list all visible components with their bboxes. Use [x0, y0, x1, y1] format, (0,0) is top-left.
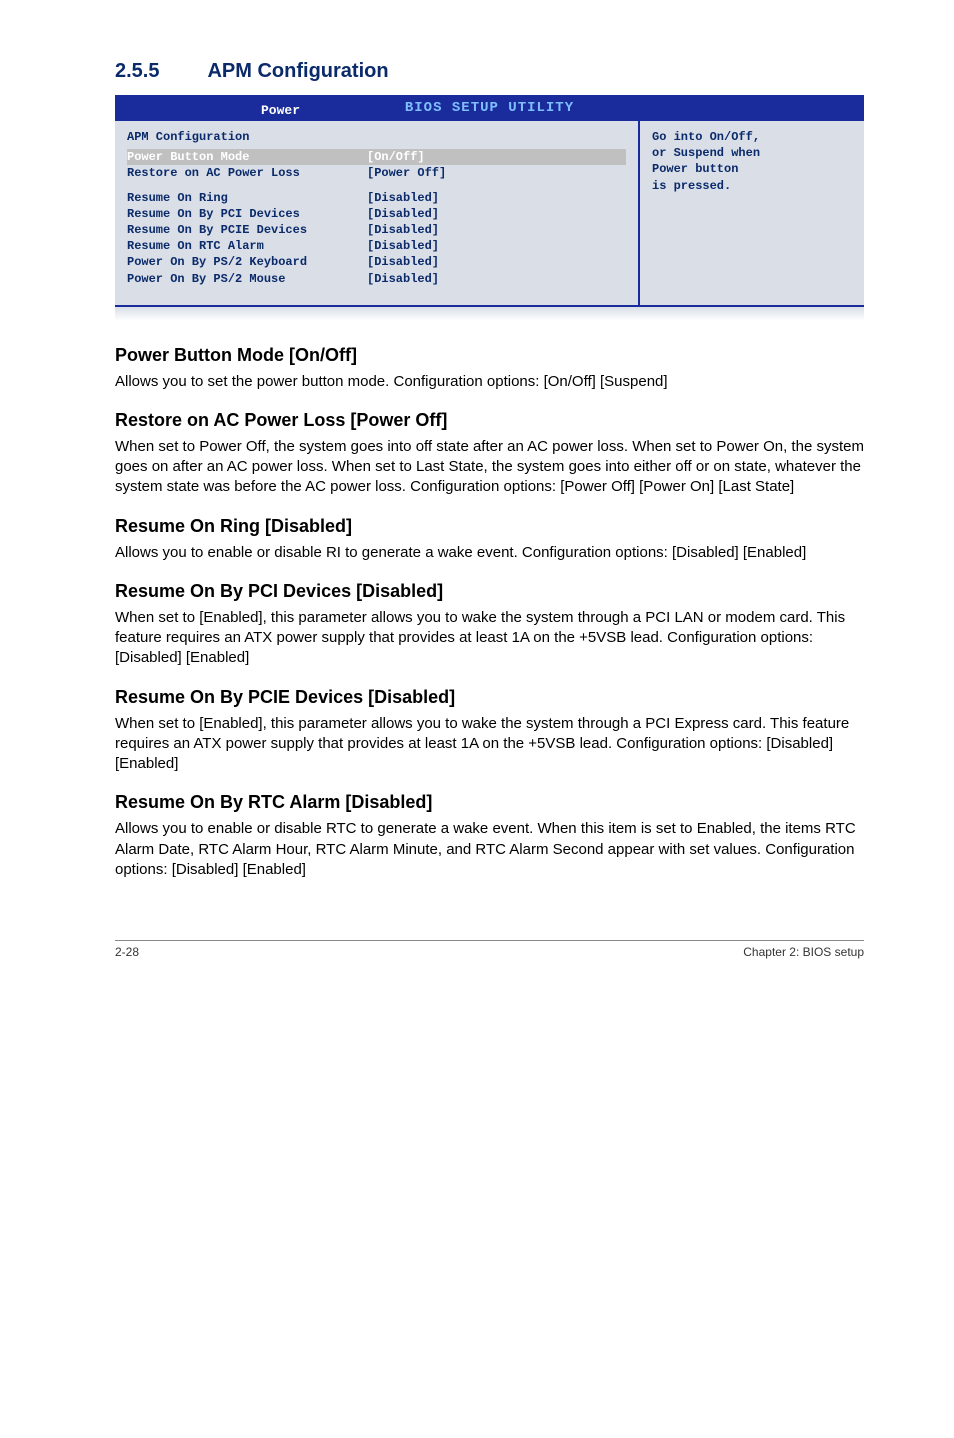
bios-setting-value: [Disabled] — [367, 222, 439, 238]
bios-header-title: BIOS SETUP UTILITY — [405, 100, 574, 116]
bios-setting-row: Resume On Ring[Disabled] — [127, 190, 626, 206]
bios-help-line: or Suspend when — [652, 145, 852, 161]
page-footer: 2-28 Chapter 2: BIOS setup — [115, 940, 864, 959]
subsection-heading: Power Button Mode [On/Off] — [115, 345, 864, 366]
bios-tab-power: Power — [255, 101, 306, 120]
bios-group-title: APM Configuration — [127, 129, 626, 145]
bios-setting-row: Power On By PS/2 Keyboard[Disabled] — [127, 254, 626, 270]
section-number: 2.5.5 — [115, 60, 159, 83]
bios-help-panel: Go into On/Off,or Suspend whenPower butt… — [638, 121, 864, 305]
subsection-heading: Resume On By PCIE Devices [Disabled] — [115, 687, 864, 708]
bios-setting-label: Resume On By PCI Devices — [127, 206, 367, 222]
bios-setting-label: Resume On By PCIE Devices — [127, 222, 367, 238]
bios-setting-row: Resume On By PCI Devices[Disabled] — [127, 206, 626, 222]
bios-setting-value: [Power Off] — [367, 165, 446, 181]
bios-setting-value: [Disabled] — [367, 254, 439, 270]
bios-setting-row: Restore on AC Power Loss[Power Off] — [127, 165, 626, 181]
subsection-heading: Restore on AC Power Loss [Power Off] — [115, 410, 864, 431]
footer-chapter: Chapter 2: BIOS setup — [743, 945, 864, 959]
subsection-body: When set to [Enabled], this parameter al… — [115, 714, 864, 775]
bios-left-panel: APM Configuration Power Button Mode[On/O… — [115, 121, 638, 305]
bios-setting-value: [Disabled] — [367, 271, 439, 287]
bios-setting-label: Restore on AC Power Loss — [127, 165, 367, 181]
bios-setting-label: Resume On Ring — [127, 190, 367, 206]
subsection-body: Allows you to enable or disable RI to ge… — [115, 543, 864, 563]
subsection-body: When set to Power Off, the system goes i… — [115, 437, 864, 498]
footer-page-number: 2-28 — [115, 945, 139, 959]
section-title: APM Configuration — [207, 60, 388, 83]
subsection-body: Allows you to enable or disable RTC to g… — [115, 819, 864, 880]
bios-screenshot: BIOS SETUP UTILITY Power APM Configurati… — [115, 95, 864, 321]
bios-setting-value: [On/Off] — [367, 149, 425, 165]
bios-setting-row: Power Button Mode[On/Off] — [127, 149, 626, 165]
bios-setting-row: Resume On By PCIE Devices[Disabled] — [127, 222, 626, 238]
subsection-heading: Resume On By RTC Alarm [Disabled] — [115, 792, 864, 813]
subsection-body: When set to [Enabled], this parameter al… — [115, 608, 864, 669]
bios-setting-value: [Disabled] — [367, 206, 439, 222]
bios-help-line: Power button — [652, 161, 852, 177]
bios-help-line: Go into On/Off, — [652, 129, 852, 145]
bios-setting-value: [Disabled] — [367, 190, 439, 206]
subsection-heading: Resume On Ring [Disabled] — [115, 516, 864, 537]
bios-setting-label: Power On By PS/2 Keyboard — [127, 254, 367, 270]
bios-setting-row: Power On By PS/2 Mouse[Disabled] — [127, 271, 626, 287]
bios-setting-label: Power On By PS/2 Mouse — [127, 271, 367, 287]
bios-setting-label: Power Button Mode — [127, 149, 367, 165]
bios-setting-label: Resume On RTC Alarm — [127, 238, 367, 254]
bios-help-line: is pressed. — [652, 178, 852, 194]
subsection-body: Allows you to set the power button mode.… — [115, 372, 864, 392]
bios-setting-value: [Disabled] — [367, 238, 439, 254]
subsection-heading: Resume On By PCI Devices [Disabled] — [115, 581, 864, 602]
bios-setting-row: Resume On RTC Alarm[Disabled] — [127, 238, 626, 254]
